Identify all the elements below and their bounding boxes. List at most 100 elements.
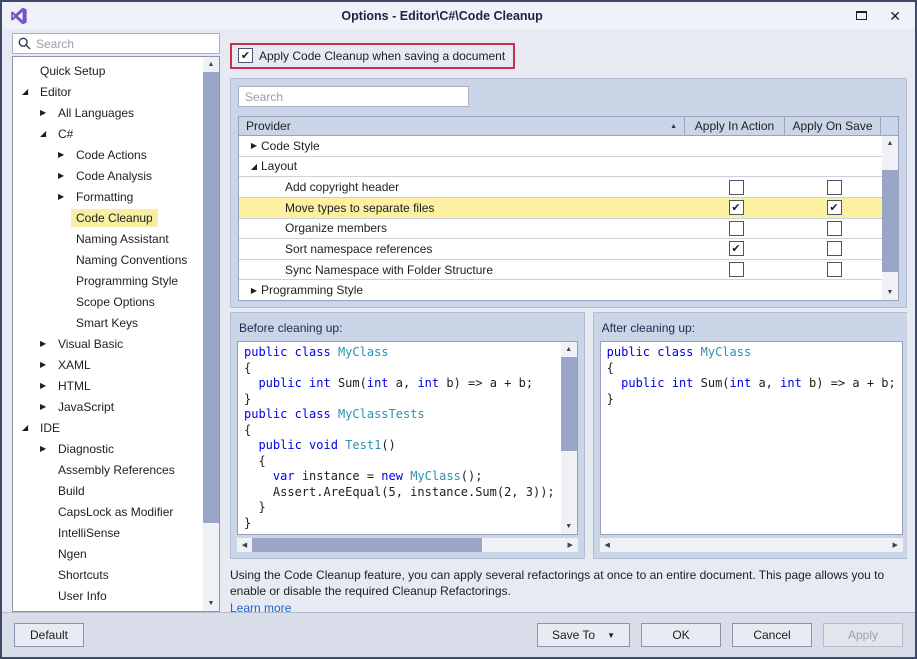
provider-row-code-style[interactable]: ▶Code Style <box>239 136 882 157</box>
maximize-button[interactable] <box>856 11 867 20</box>
tree-item-smart-keys[interactable]: Smart Keys <box>13 312 203 333</box>
save-to-button[interactable]: Save To ▼ <box>537 623 630 647</box>
chevron-expanded-icon[interactable]: ◢ <box>40 129 53 138</box>
cancel-button[interactable]: Cancel <box>732 623 812 647</box>
apply-on-save-checkbox[interactable] <box>827 180 842 195</box>
chevron-expanded-icon[interactable]: ◢ <box>22 87 35 96</box>
scroll-right-icon[interactable]: ▶ <box>888 538 903 552</box>
apply-in-action-checkbox[interactable]: ✔ <box>729 241 744 256</box>
scrollbar-thumb[interactable] <box>252 538 482 552</box>
provider-row-sort-namespace-references[interactable]: Sort namespace references✔ <box>239 239 882 260</box>
before-code-vscrollbar[interactable]: ▲ ▼ <box>561 342 577 534</box>
tree-item-capslock-as-modifier[interactable]: CapsLock as Modifier <box>13 501 203 522</box>
scroll-down-icon[interactable]: ▼ <box>203 596 219 611</box>
tree-item-scope-options[interactable]: Scope Options <box>13 291 203 312</box>
before-code-hscrollbar[interactable]: ◀ ▶ <box>237 538 578 552</box>
chevron-collapsed-icon[interactable]: ▶ <box>40 381 53 390</box>
chevron-collapsed-icon[interactable]: ▶ <box>40 108 53 117</box>
apply-on-save-checkbox[interactable] <box>827 262 842 277</box>
tree-item-naming-assistant[interactable]: Naming Assistant <box>13 228 203 249</box>
chevron-expanded-icon[interactable]: ◢ <box>247 162 261 171</box>
provider-search-input[interactable] <box>245 90 462 104</box>
tree-item-code-cleanup[interactable]: Code Cleanup <box>13 207 203 228</box>
scrollbar-thumb[interactable] <box>561 357 577 451</box>
apply-in-action-checkbox[interactable]: ✔ <box>729 200 744 215</box>
sidebar-search-box[interactable] <box>12 33 220 54</box>
tree-item-all-languages[interactable]: ▶All Languages <box>13 102 203 123</box>
chevron-collapsed-icon[interactable]: ▶ <box>247 286 261 295</box>
chevron-expanded-icon[interactable]: ◢ <box>22 423 35 432</box>
tree-item-build[interactable]: Build <box>13 480 203 501</box>
apply-in-action-cell: ✔ <box>686 200 786 215</box>
provider-row-add-copyright-header[interactable]: Add copyright header <box>239 177 882 198</box>
apply-on-save-checkbox[interactable] <box>827 241 842 256</box>
tree-item-code-analysis[interactable]: ▶Code Analysis <box>13 165 203 186</box>
tree-item-formatting[interactable]: ▶Formatting <box>13 186 203 207</box>
scrollbar-thumb[interactable] <box>203 72 219 523</box>
tree-item-label: Diagnostic <box>53 440 119 458</box>
tree-item-naming-conventions[interactable]: Naming Conventions <box>13 249 203 270</box>
apply-in-action-checkbox[interactable] <box>729 221 744 236</box>
chevron-collapsed-icon[interactable]: ▶ <box>40 444 53 453</box>
provider-row-programming-style[interactable]: ▶Programming Style <box>239 280 882 300</box>
chevron-collapsed-icon[interactable]: ▶ <box>58 150 71 159</box>
chevron-collapsed-icon[interactable]: ▶ <box>40 360 53 369</box>
before-cleaning-panel: Before cleaning up: public class MyClass… <box>230 312 585 559</box>
ok-button[interactable]: OK <box>641 623 721 647</box>
before-code: public class MyClass{ public int Sum(int… <box>238 342 561 534</box>
scroll-left-icon[interactable]: ◀ <box>600 538 615 552</box>
provider-row-move-types-to-separate-files[interactable]: Move types to separate files✔✔ <box>239 198 882 219</box>
column-header-apply-in-action[interactable]: Apply In Action <box>685 117 785 135</box>
tree-item-quick-setup[interactable]: Quick Setup <box>13 60 203 81</box>
column-header-provider[interactable]: Provider ▲ <box>239 117 685 135</box>
scroll-down-icon[interactable]: ▼ <box>882 285 898 300</box>
provider-grid: Provider ▲ Apply In Action Apply On Save… <box>238 116 899 301</box>
provider-row-organize-members[interactable]: Organize members <box>239 219 882 240</box>
code-line: public void Test1() <box>244 438 555 454</box>
grid-scrollbar[interactable]: ▲ ▼ <box>882 136 898 300</box>
after-code-hscrollbar[interactable]: ◀ ▶ <box>600 538 903 552</box>
tree-item-xaml[interactable]: ▶XAML <box>13 354 203 375</box>
tree-item-shortcuts[interactable]: Shortcuts <box>13 564 203 585</box>
tree-item-programming-style[interactable]: Programming Style <box>13 270 203 291</box>
chevron-collapsed-icon[interactable]: ▶ <box>40 402 53 411</box>
tree-item-html[interactable]: ▶HTML <box>13 375 203 396</box>
tree-item-ide[interactable]: ◢IDE <box>13 417 203 438</box>
tree-item-c[interactable]: ◢C# <box>13 123 203 144</box>
chevron-collapsed-icon[interactable]: ▶ <box>58 171 71 180</box>
tree-item-user-info[interactable]: User Info <box>13 585 203 606</box>
tree-item-code-actions[interactable]: ▶Code Actions <box>13 144 203 165</box>
tree-scrollbar[interactable]: ▲ ▼ <box>203 57 219 611</box>
tree-item-ngen[interactable]: Ngen <box>13 543 203 564</box>
tree-item-editor[interactable]: ◢Editor <box>13 81 203 102</box>
default-button[interactable]: Default <box>14 623 84 647</box>
apply-on-save-checkbox[interactable] <box>827 221 842 236</box>
provider-row-layout[interactable]: ◢Layout <box>239 157 882 178</box>
tree-item-intellisense[interactable]: IntelliSense <box>13 522 203 543</box>
provider-row-sync-namespace-with-folder-structure[interactable]: Sync Namespace with Folder Structure <box>239 260 882 281</box>
learn-more-link[interactable]: Learn more <box>230 600 291 612</box>
scroll-up-icon[interactable]: ▲ <box>561 342 577 357</box>
scroll-right-icon[interactable]: ▶ <box>563 538 578 552</box>
scroll-down-icon[interactable]: ▼ <box>561 519 577 534</box>
apply-in-action-checkbox[interactable] <box>729 262 744 277</box>
scroll-up-icon[interactable]: ▲ <box>882 136 898 151</box>
provider-search-box[interactable] <box>238 86 469 107</box>
tree-item-diagnostic[interactable]: ▶Diagnostic <box>13 438 203 459</box>
tree-item-assembly-references[interactable]: Assembly References <box>13 459 203 480</box>
apply-code-cleanup-checkbox[interactable]: ✔ <box>238 48 253 63</box>
apply-in-action-checkbox[interactable] <box>729 180 744 195</box>
tree-item-visual-basic[interactable]: ▶Visual Basic <box>13 333 203 354</box>
close-button[interactable]: ✕ <box>889 9 901 23</box>
chevron-collapsed-icon[interactable]: ▶ <box>58 192 71 201</box>
scroll-up-icon[interactable]: ▲ <box>203 57 219 72</box>
scrollbar-thumb[interactable] <box>882 170 898 272</box>
tree-item-javascript[interactable]: ▶JavaScript <box>13 396 203 417</box>
column-header-apply-on-save[interactable]: Apply On Save <box>785 117 881 135</box>
chevron-collapsed-icon[interactable]: ▶ <box>40 339 53 348</box>
chevron-collapsed-icon[interactable]: ▶ <box>247 141 261 150</box>
scroll-left-icon[interactable]: ◀ <box>237 538 252 552</box>
apply-on-save-checkbox[interactable]: ✔ <box>827 200 842 215</box>
apply-button[interactable]: Apply <box>823 623 903 647</box>
sidebar-search-input[interactable] <box>36 37 214 51</box>
